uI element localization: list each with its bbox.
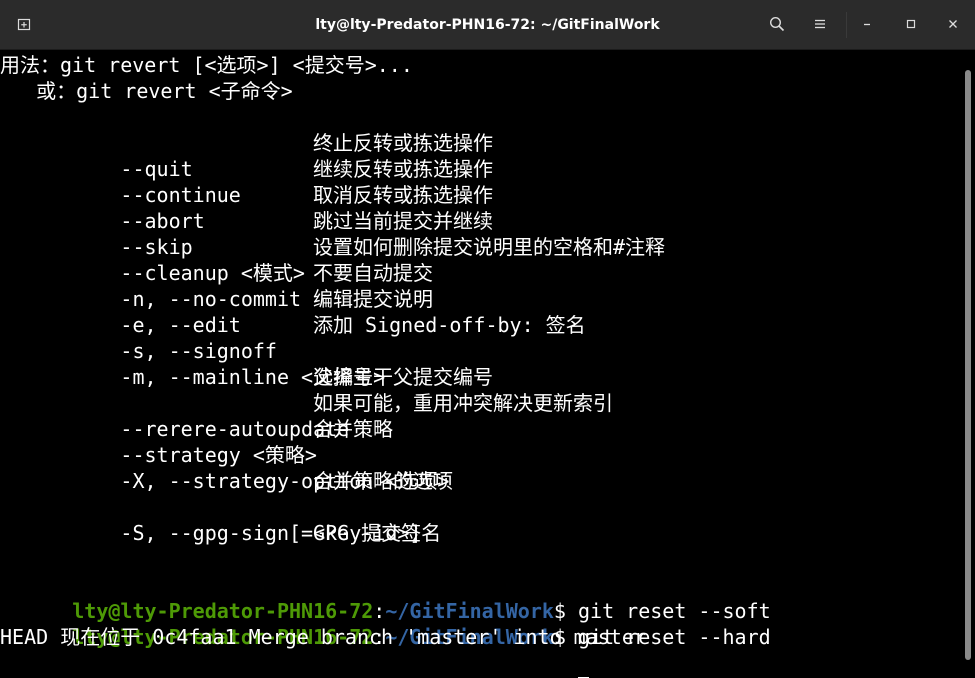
option-description: 选择主干父提交编号	[313, 365, 493, 389]
option-line: -e, --edit 编辑提交说明	[0, 286, 433, 337]
active-prompt-line[interactable]: lty@lty-Predator-PHN16-72:~/GitFinalWork…	[0, 650, 589, 678]
search-button[interactable]	[762, 9, 792, 39]
minimize-button[interactable]	[852, 9, 882, 39]
titlebar-separator	[846, 12, 847, 38]
option-line: --cleanup <模式> 设置如何删除提交说明里的空格和#注释	[0, 234, 665, 285]
scrollbar-thumb[interactable]	[965, 70, 971, 660]
option-line: GPG 提交签名	[0, 520, 441, 546]
option-line: --continue 继续反转或拣选操作	[0, 156, 493, 207]
maximize-icon	[906, 19, 916, 29]
command-line: lty@lty-Predator-PHN16-72:~/GitFinalWork…	[0, 572, 770, 623]
search-icon	[769, 16, 785, 32]
hamburger-menu-icon	[815, 19, 825, 29]
option-description: 取消反转或拣选操作	[313, 183, 493, 207]
close-icon	[949, 20, 957, 28]
option-description: GPG 提交签名	[313, 521, 442, 545]
option-line: 合并策略的选项	[0, 468, 453, 494]
option-description: 合并策略	[313, 417, 393, 441]
option-line: --skip 跳过当前提交并继续	[0, 208, 493, 259]
option-description: 终止反转或拣选操作	[313, 131, 493, 155]
option-line: --rerere-autoupdate 如果可能，重用冲突解决更新索引	[0, 390, 613, 441]
option-line: -m, --mainline <父编号>	[0, 338, 385, 389]
option-description: 合并策略的选项	[313, 469, 453, 493]
option-line: --abort 取消反转或拣选操作	[0, 182, 493, 233]
usage-line-alt: 或：git revert <子命令>	[0, 79, 293, 103]
option-line: -X, --strategy-option <选项>	[0, 442, 449, 493]
scrollbar[interactable]	[962, 50, 975, 678]
option-line: -S, --gpg-sign[=<key-id>]	[0, 494, 421, 545]
usage-line: 用法：git revert [<选项>] <提交号>...	[0, 53, 413, 77]
option-description: 添加 Signed-off-by: 签名	[313, 313, 586, 337]
option-description: 编辑提交说明	[313, 287, 433, 311]
option-description: 跳过当前提交并继续	[313, 209, 493, 233]
option-line: --quit 终止反转或拣选操作	[0, 130, 493, 181]
option-line: -n, --no-commit 不要自动提交	[0, 260, 433, 311]
terminal-output[interactable]: 用法：git revert [<选项>] <提交号>... 或：git reve…	[0, 50, 962, 678]
option-description: 不要自动提交	[313, 261, 433, 285]
option-line: --strategy <策略> 合并策略	[0, 416, 393, 467]
option-line: 选择主干父提交编号	[0, 364, 493, 390]
maximize-button[interactable]	[896, 9, 926, 39]
option-line: -s, --signoff 添加 Signed-off-by: 签名	[0, 312, 585, 363]
close-button[interactable]	[938, 9, 968, 39]
reset-output-line: HEAD 现在位于 0c4faa1 Merge branch 'master' …	[0, 625, 646, 649]
minimize-icon	[864, 23, 870, 26]
command-line: lty@lty-Predator-PHN16-72:~/GitFinalWork…	[0, 598, 770, 649]
option-description: 设置如何删除提交说明里的空格和#注释	[313, 235, 666, 259]
menu-button[interactable]	[805, 9, 835, 39]
option-description: 继续反转或拣选操作	[313, 157, 493, 181]
title-bar: lty@lty-Predator-PHN16-72: ~/GitFinalWor…	[0, 0, 975, 50]
terminal-window: lty@lty-Predator-PHN16-72: ~/GitFinalWor…	[0, 0, 975, 678]
option-description: 如果可能，重用冲突解决更新索引	[313, 391, 613, 415]
